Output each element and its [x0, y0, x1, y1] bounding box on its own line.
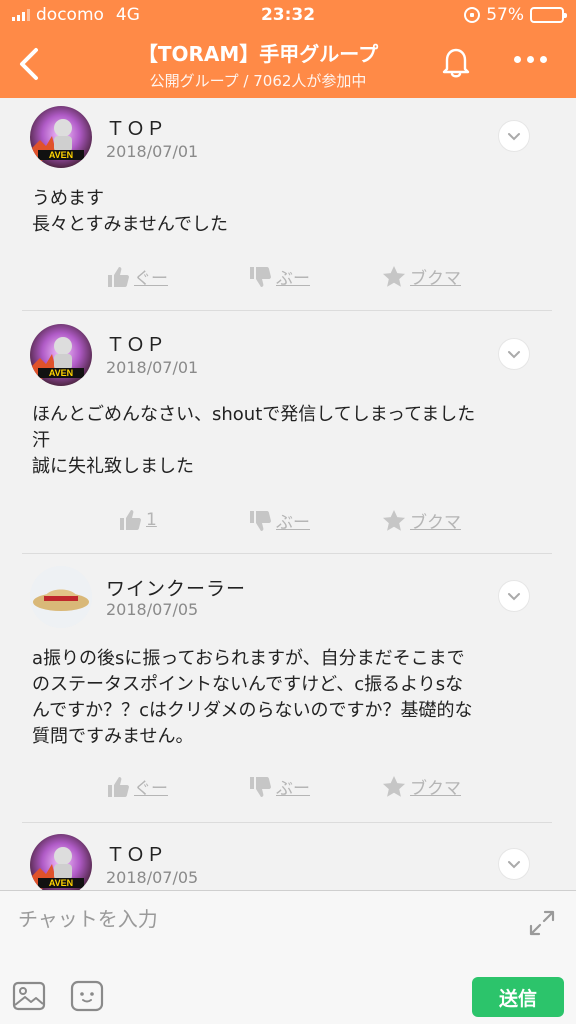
post-actions: 1 ぶー ブクマ — [22, 508, 552, 538]
like-button[interactable]: ぐー — [106, 774, 168, 799]
avatar[interactable]: AVEN — [30, 834, 92, 890]
divider — [22, 822, 552, 823]
divider — [22, 310, 552, 311]
post-item: ワインクーラー 2018/07/05 a振りの後sに振っておられますが、自分まだ… — [22, 566, 552, 820]
star-icon — [383, 509, 405, 531]
post-actions: ぐー ぶー ブクマ — [22, 264, 552, 294]
star-icon — [383, 775, 405, 797]
post-menu-button[interactable] — [498, 580, 530, 612]
more-dots-icon — [514, 56, 521, 63]
bookmark-label: ブクマ — [410, 513, 461, 533]
post-date: 2018/07/05 — [106, 600, 199, 619]
chevron-left-icon — [20, 48, 38, 80]
send-button[interactable]: 送信 — [472, 977, 564, 1017]
svg-text:AVEN: AVEN — [49, 150, 73, 160]
bookmark-label: ブクマ — [410, 269, 461, 289]
app-header: 【TORAM】手甲グループ 公開グループ / 7062人が参加中 — [0, 30, 576, 98]
notification-button[interactable] — [438, 44, 474, 80]
like-button[interactable]: ぐー — [106, 264, 168, 289]
status-bar: docomo 4G 23:32 57% — [0, 0, 576, 30]
dislike-label: ぶー — [276, 269, 310, 289]
chat-input[interactable]: チャットを入力 — [18, 903, 158, 932]
dislike-label: ぶー — [276, 513, 310, 533]
thumbs-up-icon — [120, 510, 141, 530]
post-menu-button[interactable] — [498, 338, 530, 370]
photo-button[interactable] — [12, 979, 46, 1013]
expand-icon — [529, 910, 555, 936]
divider — [22, 553, 552, 554]
emoji-icon — [70, 980, 104, 1012]
thumbs-up-icon — [108, 776, 129, 797]
back-button[interactable] — [14, 46, 44, 82]
post-date: 2018/07/05 — [106, 868, 199, 887]
post-item: AVEN ＴＯＰ 2018/07/01 ほんとごめんなさい、shoutで発信して… — [22, 324, 552, 550]
svg-text:AVEN: AVEN — [49, 878, 73, 888]
sticker-button[interactable] — [70, 979, 104, 1013]
chevron-down-icon — [508, 351, 520, 359]
post-username[interactable]: ＴＯＰ — [106, 840, 166, 867]
battery-icon — [530, 7, 567, 23]
chevron-down-icon — [508, 593, 520, 601]
more-button[interactable] — [514, 56, 547, 63]
group-subtitle: 公開グループ / 7062人が参加中 — [149, 72, 367, 90]
post-username[interactable]: ＴＯＰ — [106, 114, 166, 141]
post-feed[interactable]: AVEN ＴＯＰ 2018/07/01 うめます 長々とすみませんでした ぐー … — [0, 98, 576, 890]
post-body: a振りの後sに振っておられますが、自分まだそこまで のステータスポイントないんで… — [32, 648, 473, 747]
chat-composer: チャットを入力 送信 — [0, 890, 576, 1024]
thumbs-up-icon — [108, 266, 129, 287]
avatar[interactable] — [30, 566, 92, 628]
post-username[interactable]: ワインクーラー — [106, 574, 246, 601]
expand-button[interactable] — [528, 909, 556, 937]
post-date: 2018/07/01 — [106, 142, 199, 161]
post-menu-button[interactable] — [498, 120, 530, 152]
svg-text:AVEN: AVEN — [49, 368, 73, 378]
post-menu-button[interactable] — [498, 848, 530, 880]
dislike-label: ぶー — [276, 779, 310, 799]
dislike-button[interactable]: ぶー — [248, 508, 310, 533]
avatar[interactable]: AVEN — [30, 324, 92, 386]
title-block: 【TORAM】手甲グループ 公開グループ / 7062人が参加中 — [90, 38, 426, 91]
image-icon — [12, 981, 46, 1011]
star-icon — [383, 265, 405, 287]
post-date: 2018/07/01 — [106, 358, 199, 377]
top-bar: docomo 4G 23:32 57% 【TORAM】手甲グループ 公開グループ… — [0, 0, 576, 98]
dislike-button[interactable]: ぶー — [248, 264, 310, 289]
post-item: AVEN ＴＯＰ 2018/07/01 うめます 長々とすみませんでした ぐー … — [22, 106, 552, 306]
bookmark-button[interactable]: ブクマ — [382, 508, 461, 533]
like-button[interactable]: 1 — [118, 508, 157, 532]
thumbs-down-icon — [250, 510, 271, 531]
bookmark-label: ブクマ — [410, 779, 461, 799]
page-title: 【TORAM】手甲グループ — [137, 42, 379, 66]
chevron-down-icon — [508, 861, 520, 869]
post-username[interactable]: ＴＯＰ — [106, 330, 166, 357]
clock: 23:32 — [260, 5, 316, 25]
dislike-button[interactable]: ぶー — [248, 774, 310, 799]
post-body: ほんとごめんなさい、shoutで発信してしまってました 汗 誠に失礼致しました — [32, 404, 476, 477]
bookmark-button[interactable]: ブクマ — [382, 774, 461, 799]
post-actions: ぐー ぶー ブクマ — [22, 774, 552, 804]
like-count: 1 — [146, 510, 157, 530]
avatar[interactable]: AVEN — [30, 106, 92, 168]
bookmark-button[interactable]: ブクマ — [382, 264, 461, 289]
bell-icon — [442, 48, 470, 78]
like-label: ぐー — [134, 269, 168, 289]
thumbs-down-icon — [250, 776, 271, 797]
like-label: ぐー — [134, 779, 168, 799]
post-body: うめます 長々とすみませんでした — [32, 188, 229, 235]
post-item: AVEN ＴＯＰ 2018/07/05 — [22, 834, 552, 890]
thumbs-down-icon — [250, 266, 271, 287]
chevron-down-icon — [508, 133, 520, 141]
